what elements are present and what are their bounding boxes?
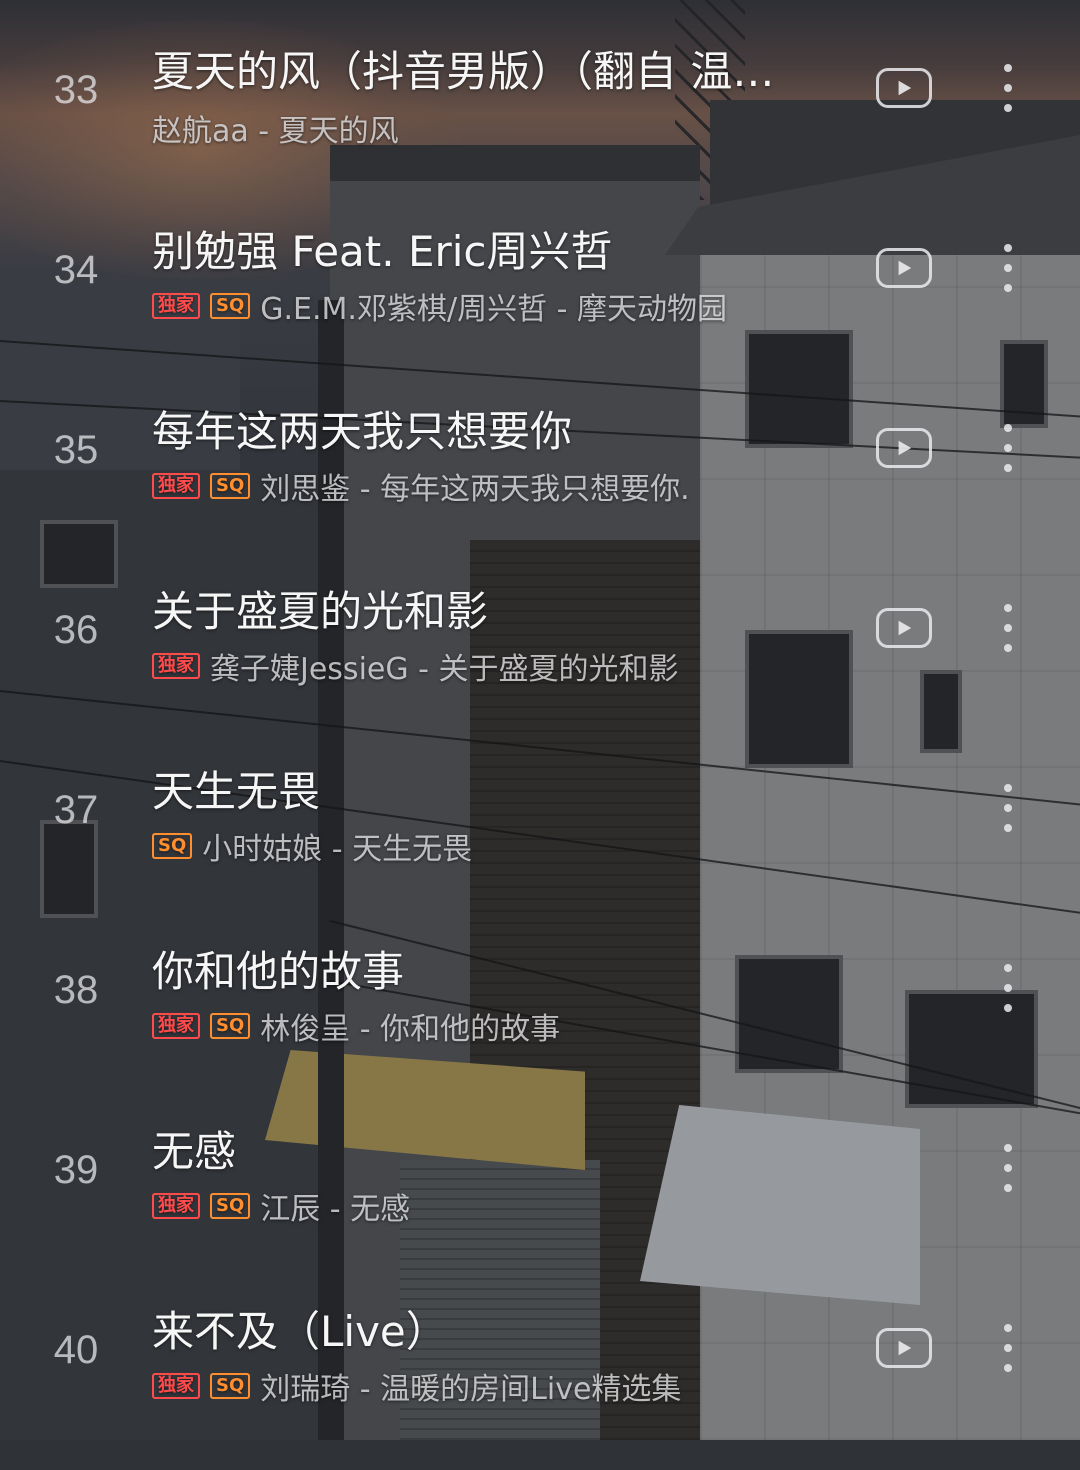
song-title[interactable]: 来不及（Live） [152,1298,448,1359]
artist-album: 江辰 - 无感 [260,1192,411,1227]
more-dot [1004,424,1012,432]
more-options-button[interactable] [996,784,1020,832]
artist-album: 刘思鉴 - 每年这两天我只想要你. [260,472,690,507]
more-dot [1004,264,1012,272]
more-dot [1004,804,1012,812]
song-title[interactable]: 你和他的故事 [152,938,404,999]
song-subtitle: 独家 SQ 刘瑞琦 - 温暖的房间Live精选集 [152,1364,681,1408]
play-button[interactable] [876,608,932,648]
more-dot [1004,444,1012,452]
more-dot [1004,644,1012,652]
song-subtitle: 独家 SQ 刘思鉴 - 每年这两天我只想要你. [152,464,690,508]
more-dot [1004,964,1012,972]
artist-album: 刘瑞琦 - 温暖的房间Live精选集 [260,1372,682,1407]
song-title[interactable]: 别勉强 Feat. Eric周兴哲 [152,218,613,279]
song-row[interactable]: 37 天生无畏 SQ 小时姑娘 - 天生无畏 [0,750,1080,930]
more-options-button[interactable] [996,244,1020,292]
more-options-button[interactable] [996,964,1020,1012]
more-dot [1004,1164,1012,1172]
play-icon [898,260,912,276]
more-dot [1004,284,1012,292]
sq-badge: SQ [210,1013,251,1039]
more-options-button[interactable] [996,424,1020,472]
rank-number: 34 [53,248,99,292]
more-dot [1004,84,1012,92]
play-button[interactable] [876,1328,932,1368]
song-subtitle: 独家 龚子婕JessieG - 关于盛夏的光和影 [152,644,679,688]
exclusive-badge: 独家 [152,1013,200,1039]
more-options-button[interactable] [996,64,1020,112]
song-subtitle: 赵航aa - 夏天的风 [152,106,399,150]
more-dot [1004,604,1012,612]
song-row[interactable]: 36 关于盛夏的光和影 独家 龚子婕JessieG - 关于盛夏的光和影 [0,570,1080,750]
song-title[interactable]: 夏天的风（抖音男版）（翻自 温… [152,38,774,99]
song-title[interactable]: 无感 [152,1118,236,1179]
play-button[interactable] [876,428,932,468]
artist-album: 林俊呈 - 你和他的故事 [260,1012,561,1047]
exclusive-badge: 独家 [152,653,200,679]
song-title[interactable]: 每年这两天我只想要你 [152,398,572,459]
song-title[interactable]: 关于盛夏的光和影 [152,578,488,639]
more-dot [1004,1364,1012,1372]
more-options-button[interactable] [996,604,1020,652]
more-dot [1004,824,1012,832]
sq-badge: SQ [210,473,251,499]
exclusive-badge: 独家 [152,293,200,319]
more-dot [1004,1184,1012,1192]
artist-album: 龚子婕JessieG - 关于盛夏的光和影 [210,652,679,687]
more-dot [1004,1004,1012,1012]
more-dot [1004,1144,1012,1152]
more-options-button[interactable] [996,1144,1020,1192]
more-dot [1004,1324,1012,1332]
exclusive-badge: 独家 [152,1373,200,1399]
play-icon [898,620,912,636]
song-row[interactable]: 35 每年这两天我只想要你 独家 SQ 刘思鉴 - 每年这两天我只想要你. [0,390,1080,570]
play-icon [898,440,912,456]
rank-number: 38 [53,968,99,1012]
song-row[interactable]: 38 你和他的故事 独家 SQ 林俊呈 - 你和他的故事 [0,930,1080,1110]
song-row[interactable]: 34 别勉强 Feat. Eric周兴哲 独家 SQ G.E.M.邓紫棋/周兴哲… [0,210,1080,390]
play-button[interactable] [876,68,932,108]
song-list: 33 夏天的风（抖音男版）（翻自 温… 赵航aa - 夏天的风 34 别勉强 F… [0,0,1080,1440]
more-dot [1004,464,1012,472]
song-subtitle: 独家 SQ G.E.M.邓紫棋/周兴哲 - 摩天动物园 [152,284,727,328]
rank-number: 36 [53,608,99,652]
more-dot [1004,624,1012,632]
more-dot [1004,244,1012,252]
exclusive-badge: 独家 [152,1193,200,1219]
more-dot [1004,984,1012,992]
play-icon [898,80,912,96]
rank-number: 39 [53,1148,99,1192]
sq-badge: SQ [210,293,251,319]
more-options-button[interactable] [996,1324,1020,1372]
more-dot [1004,64,1012,72]
sq-badge: SQ [210,1193,251,1219]
sq-badge: SQ [210,1373,251,1399]
song-subtitle: 独家 SQ 江辰 - 无感 [152,1184,410,1228]
song-title[interactable]: 天生无畏 [152,758,320,819]
rank-number: 37 [53,788,99,832]
song-row[interactable]: 33 夏天的风（抖音男版）（翻自 温… 赵航aa - 夏天的风 [0,30,1080,210]
exclusive-badge: 独家 [152,473,200,499]
more-dot [1004,104,1012,112]
artist-album: 小时姑娘 - 天生无畏 [202,832,473,867]
sq-badge: SQ [152,833,193,859]
song-subtitle: SQ 小时姑娘 - 天生无畏 [152,824,472,868]
rank-number: 40 [53,1328,99,1372]
more-dot [1004,784,1012,792]
play-button[interactable] [876,248,932,288]
artist-album: 赵航aa - 夏天的风 [152,114,399,149]
play-icon [898,1340,912,1356]
more-dot [1004,1344,1012,1352]
rank-number: 35 [53,428,99,472]
rank-number: 33 [53,68,99,112]
artist-album: G.E.M.邓紫棋/周兴哲 - 摩天动物园 [260,292,727,327]
song-row[interactable]: 39 无感 独家 SQ 江辰 - 无感 [0,1110,1080,1290]
song-row[interactable]: 40 来不及（Live） 独家 SQ 刘瑞琦 - 温暖的房间Live精选集 [0,1290,1080,1470]
song-subtitle: 独家 SQ 林俊呈 - 你和他的故事 [152,1004,560,1048]
